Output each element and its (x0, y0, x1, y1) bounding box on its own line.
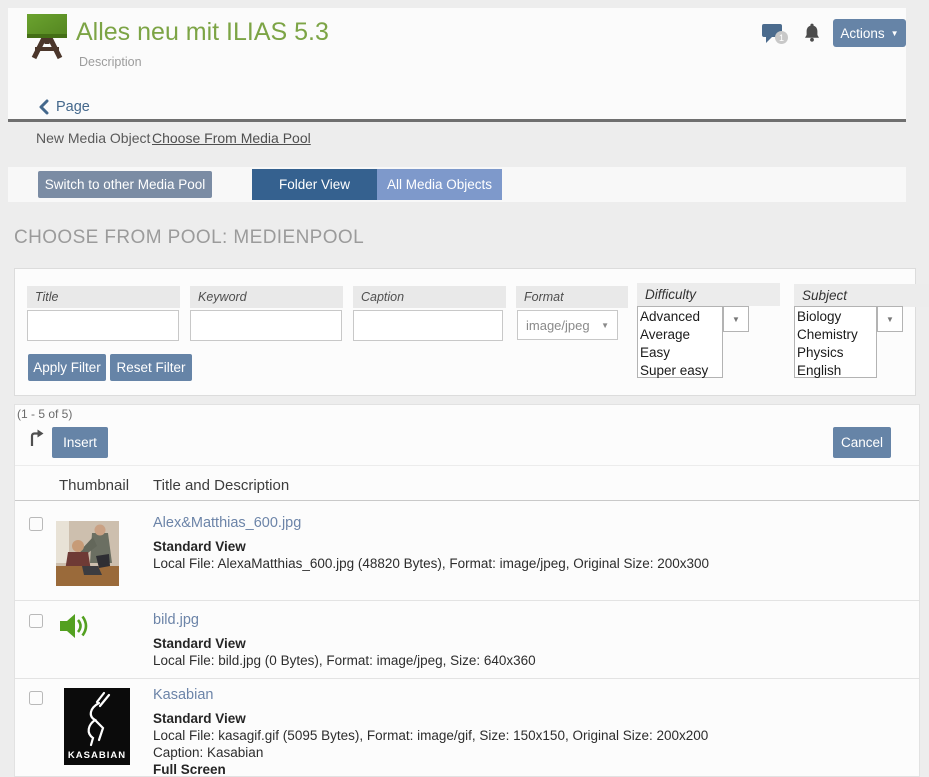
header-divider (8, 119, 906, 122)
subject-filter-header: Subject (794, 284, 929, 307)
media-view-label: Standard View (153, 636, 246, 651)
reset-filter-label: Reset Filter (116, 360, 185, 375)
media-caption-details: Caption: Kasabian (153, 745, 263, 760)
insert-arrow-icon (28, 428, 46, 453)
reset-filter-button[interactable]: Reset Filter (110, 354, 192, 381)
subject-option[interactable]: Physics (797, 344, 874, 362)
insert-button[interactable]: Insert (52, 427, 108, 458)
subject-option[interactable]: English (797, 362, 874, 380)
toolbar-row-divider (15, 465, 919, 466)
caption-filter-label: Caption (361, 290, 404, 304)
difficulty-filter-label: Difficulty (645, 287, 696, 302)
back-chevron-icon[interactable] (38, 99, 50, 120)
caret-down-icon: ▼ (891, 29, 899, 38)
media-item-title-link[interactable]: Kasabian (153, 687, 213, 703)
folder-view-label: Folder View (279, 177, 350, 192)
keyword-filter-label: Keyword (198, 290, 247, 304)
difficulty-options-list[interactable]: Advanced Average Easy Super easy (637, 306, 723, 378)
cancel-button-label: Cancel (841, 435, 883, 450)
actions-button-label: Actions (840, 26, 884, 41)
difficulty-option[interactable]: Easy (640, 344, 720, 362)
caret-down-icon: ▼ (732, 315, 740, 324)
switch-media-pool-label: Switch to other Media Pool (45, 177, 206, 192)
tab-choose-from-media-pool[interactable]: Choose From Media Pool (152, 130, 311, 146)
row-checkbox[interactable] (29, 691, 43, 705)
media-fullscreen-label: Full Screen (153, 762, 226, 777)
all-media-objects-toggle[interactable]: All Media Objects (377, 169, 502, 200)
page-description: Description (79, 55, 142, 69)
apply-filter-button[interactable]: Apply Filter (28, 354, 106, 381)
tab-new-media-object[interactable]: New Media Object (36, 130, 150, 146)
subject-options-list[interactable]: Biology Chemistry Physics English (794, 306, 877, 378)
result-range-text: (1 - 5 of 5) (17, 407, 72, 421)
all-media-objects-label: All Media Objects (387, 177, 492, 192)
subject-filter-label: Subject (802, 288, 847, 303)
media-view-label: Standard View (153, 539, 246, 554)
column-header-thumbnail: Thumbnail (59, 477, 129, 494)
table-header-divider (15, 500, 919, 501)
switch-media-pool-button[interactable]: Switch to other Media Pool (38, 171, 212, 198)
cancel-button[interactable]: Cancel (833, 427, 891, 458)
media-file-details: Local File: kasagif.gif (5095 Bytes), Fo… (153, 728, 708, 743)
row-checkbox[interactable] (29, 614, 43, 628)
row-divider (15, 600, 919, 601)
insert-button-label: Insert (63, 435, 97, 450)
row-divider (15, 678, 919, 679)
format-filter-header: Format (516, 286, 628, 308)
caret-down-icon: ▼ (886, 315, 894, 324)
folder-view-toggle[interactable]: Folder View (252, 169, 377, 200)
keyword-filter-input[interactable] (190, 310, 342, 341)
actions-button[interactable]: Actions ▼ (833, 19, 906, 47)
caption-filter-header: Caption (353, 286, 506, 308)
format-select[interactable]: image/jpeg ▼ (517, 310, 618, 340)
apply-filter-label: Apply Filter (33, 360, 101, 375)
results-card (14, 404, 920, 777)
subject-option[interactable]: Biology (797, 308, 874, 326)
comments-count-badge: 1 (775, 31, 788, 44)
kasabian-logo-thumbnail: KASABIAN (64, 688, 130, 765)
media-thumbnail-photo (56, 521, 119, 591)
keyword-filter-header: Keyword (190, 286, 343, 308)
title-filter-label: Title (35, 290, 59, 304)
difficulty-option[interactable]: Average (640, 326, 720, 344)
back-link-page[interactable]: Page (56, 99, 90, 115)
subject-dropdown-button[interactable]: ▼ (877, 306, 903, 332)
title-filter-header: Title (27, 286, 180, 308)
row-checkbox[interactable] (29, 517, 43, 531)
blackboard-icon (24, 12, 70, 65)
media-file-details: Local File: bild.jpg (0 Bytes), Format: … (153, 653, 536, 668)
difficulty-option[interactable]: Advanced (640, 308, 720, 326)
difficulty-dropdown-button[interactable]: ▼ (723, 306, 749, 332)
format-caret-icon: ▼ (601, 321, 609, 330)
format-select-value: image/jpeg (526, 318, 590, 333)
caption-filter-input[interactable] (353, 310, 503, 341)
section-title: CHOOSE FROM POOL: MEDIENPOOL (14, 227, 364, 249)
column-header-title-description: Title and Description (153, 477, 289, 494)
kasabian-logo-text: KASABIAN (64, 750, 130, 761)
format-filter-label: Format (524, 290, 564, 304)
media-view-label: Standard View (153, 711, 246, 726)
media-file-details: Local File: AlexaMatthias_600.jpg (48820… (153, 556, 709, 571)
audio-speaker-icon (58, 611, 92, 646)
title-filter-input[interactable] (27, 310, 179, 341)
notifications-bell-icon[interactable] (803, 23, 821, 48)
page-title: Alles neu mit ILIAS 5.3 (76, 18, 329, 47)
difficulty-option[interactable]: Super easy (640, 362, 720, 380)
media-item-title-link[interactable]: bild.jpg (153, 612, 199, 628)
media-item-title-link[interactable]: Alex&Matthias_600.jpg (153, 515, 301, 531)
difficulty-filter-header: Difficulty (637, 283, 780, 306)
subject-option[interactable]: Chemistry (797, 326, 874, 344)
